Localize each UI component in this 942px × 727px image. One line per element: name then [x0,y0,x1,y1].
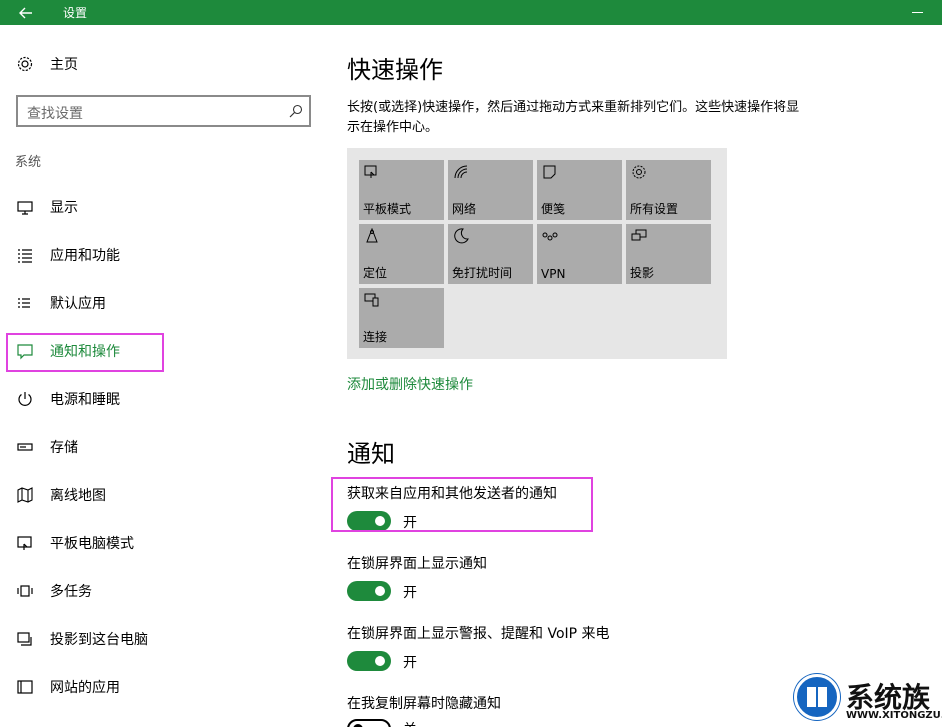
quick-action-tile[interactable]: 平板模式 [359,160,444,220]
toggle-state-label: 开 [403,655,417,671]
sidebar-item-label: 多任务 [50,584,92,600]
tablet-mode-icon [364,165,377,178]
project-icon [17,632,32,646]
sidebar-item-label: 显示 [50,200,78,216]
tile-label: 定位 [363,266,388,280]
location-icon [366,228,378,243]
watermark-url: WWW.XITONGZU.COM [846,710,942,721]
home-label: 主页 [50,57,78,73]
quick-action-tile[interactable]: VPN [537,224,622,284]
sidebar-item-label: 应用和功能 [50,248,120,264]
note-icon [543,165,556,179]
map-icon [17,487,33,503]
toggle-state-label: 关 [403,719,417,727]
sidebar-item-label: 电源和睡眠 [50,392,120,408]
highlight-box-app-notifications [331,477,593,532]
sidebar-item-label: 网站的应用 [50,680,120,696]
tablet-icon [17,536,32,550]
setting-label-lock-screen-alarms: 在锁屏界面上显示警报、提醒和 VoIP 来电 [347,626,610,642]
power-icon [18,392,32,406]
web-apps-icon [17,680,33,694]
sidebar-home[interactable]: 主页 [16,52,78,76]
search-icon [289,104,303,118]
sidebar-item-label: 离线地图 [50,488,106,504]
quick-actions-description: 长按(或选择)快速操作，然后通过拖动方式来重新排列它们。这些快速操作将显示在操作… [347,100,800,135]
sidebar-item-label: 平板电脑模式 [50,536,134,552]
tile-label: 便笺 [541,202,566,216]
sidebar-item-default-apps[interactable]: 默认应用 [16,291,106,315]
tile-label: VPN [541,267,566,281]
quick-action-tile[interactable]: 网络 [448,160,533,220]
add-remove-quick-actions-link[interactable]: 添加或删除快速操作 [347,374,473,394]
sidebar-item-label: 投影到这台电脑 [50,632,148,648]
sidebar-item-project-to-pc[interactable]: 投影到这台电脑 [16,627,148,651]
sidebar-item-label: 存储 [50,440,78,456]
sidebar-item-power[interactable]: 电源和睡眠 [16,387,120,411]
sidebar-item-tablet-mode[interactable]: 平板电脑模式 [16,531,134,555]
tile-label: 投影 [630,266,655,280]
toggle-lock-screen-notifications[interactable] [347,581,391,601]
quick-action-tile[interactable]: 免打扰时间 [448,224,533,284]
notifications-title: 通知 [347,440,395,468]
minimize-button[interactable] [904,2,934,22]
setting-label-lock-screen-notifications: 在锁屏界面上显示通知 [347,556,487,572]
quick-action-tile[interactable]: 所有设置 [626,160,711,220]
back-button[interactable] [0,0,52,25]
window-title: 设置 [63,6,88,20]
search-placeholder: 查找设置 [27,106,83,122]
moon-icon [454,228,469,244]
watermark: 系统族 WWW.XITONGZU.COM [790,672,942,727]
list-check-icon [18,298,30,308]
monitor-icon [17,201,33,215]
back-arrow-icon [19,7,32,18]
storage-icon [17,443,33,451]
tile-label: 网络 [452,202,477,216]
quick-action-tile[interactable]: 定位 [359,224,444,284]
setting-label-hide-when-duplicating: 在我复制屏幕时隐藏通知 [347,696,501,712]
project-icon [631,229,647,241]
quick-actions-grid: 平板模式 网络 便笺 所有设置 定位 免打扰时间 VPN 投影 连接 [347,148,727,359]
tile-label: 平板模式 [363,202,412,216]
network-icon [454,165,468,179]
connect-icon [364,293,379,307]
toggle-lock-screen-alarms[interactable] [347,651,391,671]
gear-icon [632,165,646,179]
toggle-state-label: 开 [403,585,417,601]
quick-action-tile[interactable]: 连接 [359,288,444,348]
sidebar-item-offline-maps[interactable]: 离线地图 [16,483,106,507]
title-bar: 设置 [0,0,942,25]
windows-logo-icon [794,674,840,720]
quick-action-tile[interactable]: 投影 [626,224,711,284]
toggle-hide-when-duplicating[interactable] [347,719,391,727]
sidebar-item-storage[interactable]: 存储 [16,435,78,459]
sidebar-item-apps-for-websites[interactable]: 网站的应用 [16,675,120,699]
sidebar-item-apps[interactable]: 应用和功能 [16,243,120,267]
quick-actions-title: 快速操作 [347,56,443,84]
gear-icon [17,56,33,72]
list-icon [18,249,32,263]
sidebar-item-display[interactable]: 显示 [16,195,78,219]
sidebar-item-label: 默认应用 [50,296,106,312]
tile-label: 所有设置 [630,202,679,216]
section-label-system: 系统 [15,155,42,170]
multitask-icon [17,585,33,597]
tile-label: 免打扰时间 [452,266,513,280]
vpn-icon [542,232,558,241]
search-input[interactable]: 查找设置 [16,95,311,127]
tile-label: 连接 [363,330,388,344]
sidebar-item-multitasking[interactable]: 多任务 [16,579,92,603]
quick-action-tile[interactable]: 便笺 [537,160,622,220]
highlight-box-notifications [6,333,164,372]
